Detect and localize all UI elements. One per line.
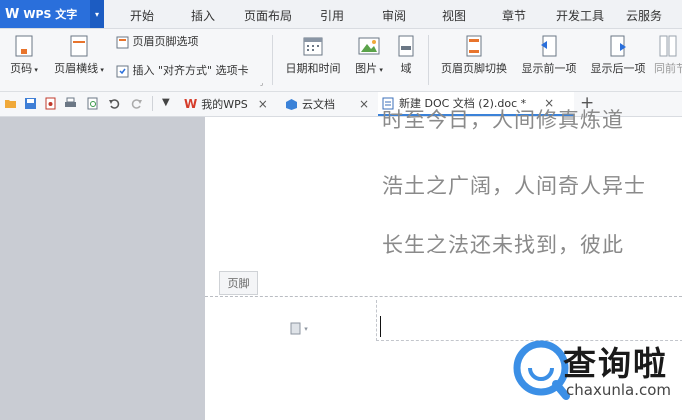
- tab-view[interactable]: 视图: [442, 7, 466, 24]
- insert-alignment-tab-label: 插入 "对齐方式" 选项卡: [132, 64, 249, 77]
- tab-review[interactable]: 审阅: [382, 7, 406, 24]
- document-text-line[interactable]: 时至今日，人间修真炼道: [382, 104, 624, 134]
- redo-icon[interactable]: [130, 97, 143, 110]
- page-number-icon: [15, 35, 33, 57]
- text-cursor: [380, 316, 381, 337]
- watermark-brand: 查询啦: [563, 344, 668, 383]
- show-next-button[interactable]: 显示后一项: [586, 35, 650, 76]
- field-icon: [398, 35, 414, 57]
- more-chevron-icon[interactable]: ▼: [162, 97, 170, 108]
- title-bar: W WPS 文字 ▾ 开始 插入 页面布局 引用 审阅 视图 章节 开发工具 云…: [0, 0, 682, 29]
- page-number-insert-icon[interactable]: ▾: [290, 321, 308, 335]
- open-folder-icon[interactable]: [4, 97, 17, 110]
- header-footer-switch-button[interactable]: 页眉页脚切换: [436, 35, 512, 76]
- tab-insert[interactable]: 插入: [191, 7, 215, 24]
- page-number-label: 页码: [10, 62, 33, 75]
- show-previous-icon: [541, 35, 557, 57]
- show-next-icon: [610, 35, 626, 57]
- show-next-label: 显示后一项: [590, 62, 646, 75]
- same-as-previous-button[interactable]: 同前节: [654, 35, 682, 76]
- watermark-url: chaxunla.com: [566, 381, 671, 399]
- footer-label: 页脚: [219, 271, 258, 295]
- date-time-button[interactable]: 日期和时间: [280, 35, 346, 76]
- wps-logo-icon: W: [5, 6, 20, 22]
- header-line-icon: [70, 35, 88, 57]
- picture-button[interactable]: 图片 ▾: [350, 35, 388, 76]
- close-icon[interactable]: ×: [258, 97, 268, 111]
- header-footer-options-label: 页眉页脚选项: [132, 35, 199, 48]
- field-button[interactable]: 域: [392, 35, 420, 76]
- ribbon-separator: [272, 35, 273, 85]
- doc-tab-cloud-docs[interactable]: 云文档 ×: [285, 92, 369, 116]
- show-previous-label: 显示前一项: [521, 62, 577, 75]
- close-icon[interactable]: ×: [359, 97, 369, 111]
- undo-icon[interactable]: [108, 97, 121, 110]
- header-line-button[interactable]: 页眉横线 ▾: [48, 35, 110, 76]
- header-line-label: 页眉横线: [54, 62, 99, 75]
- tab-references[interactable]: 引用: [320, 7, 344, 24]
- save-icon[interactable]: [24, 97, 37, 110]
- ribbon: 页码 ▾ 页眉横线 ▾ 页眉页脚选项 插入 "对齐方式" 选项卡 ⌟ 日期和时间…: [0, 29, 682, 92]
- tab-chapter[interactable]: 章节: [502, 7, 526, 24]
- same-as-previous-icon: [659, 35, 677, 57]
- calendar-icon: [303, 37, 323, 56]
- doc-tab-my-wps[interactable]: W 我的WPS ×: [184, 92, 268, 116]
- app-menu-button[interactable]: W WPS 文字 ▾: [0, 0, 104, 28]
- print-preview-icon[interactable]: [86, 97, 99, 110]
- export-pdf-icon[interactable]: [44, 97, 57, 110]
- header-footer-options-button[interactable]: 页眉页脚选项: [116, 33, 199, 49]
- same-as-previous-label: 同前节: [654, 62, 682, 75]
- doc-tab-label: 我的WPS: [201, 98, 248, 111]
- field-label: 域: [400, 62, 412, 75]
- tab-cloud-service[interactable]: 云服务: [626, 7, 662, 24]
- print-icon[interactable]: [64, 97, 77, 110]
- ribbon-separator: [428, 35, 429, 85]
- insert-alignment-tab-button[interactable]: 插入 "对齐方式" 选项卡: [116, 62, 249, 78]
- doc-tab-label: 云文档: [302, 98, 335, 111]
- document-text-line[interactable]: 长生之法还未找到，彼此: [382, 229, 624, 259]
- app-title: WPS 文字: [23, 8, 78, 21]
- cloud-docs-icon: [286, 98, 297, 110]
- picture-icon: [358, 37, 380, 55]
- tab-home[interactable]: 开始: [130, 7, 154, 24]
- show-previous-button[interactable]: 显示前一项: [516, 35, 582, 76]
- footer-separator: [205, 296, 682, 297]
- date-time-label: 日期和时间: [285, 62, 341, 75]
- document-text-line[interactable]: 浩土之广阔，人间奇人异士: [382, 170, 646, 200]
- header-footer-switch-label: 页眉页脚切换: [441, 62, 507, 75]
- header-footer-options-icon: [116, 36, 129, 48]
- page-number-button[interactable]: 页码 ▾: [6, 35, 42, 76]
- header-footer-switch-icon: [466, 35, 482, 57]
- insert-alignment-tab-icon: [116, 65, 129, 77]
- app-menu-dropdown-icon[interactable]: ▾: [90, 0, 104, 28]
- tab-developer[interactable]: 开发工具: [556, 7, 604, 24]
- footer-edit-area[interactable]: [376, 300, 682, 341]
- divider: [152, 96, 153, 111]
- wps-w-icon: W: [184, 97, 198, 111]
- tab-page-layout[interactable]: 页面布局: [244, 7, 292, 24]
- dialog-launcher-icon[interactable]: ⌟: [260, 79, 263, 87]
- picture-label: 图片: [355, 62, 378, 75]
